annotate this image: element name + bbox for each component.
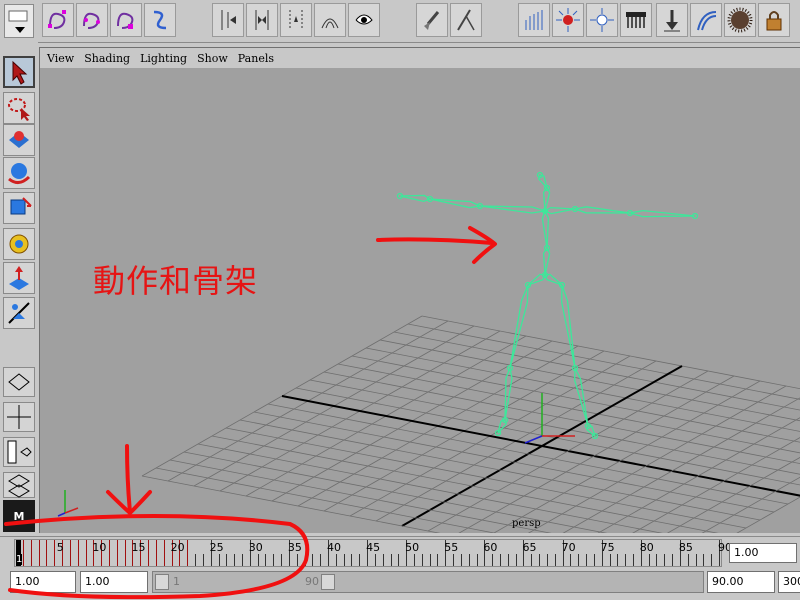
curve-arc-icon[interactable] [144, 3, 176, 37]
playback-end-field[interactable]: 90.00 [707, 571, 775, 593]
menu-panels[interactable]: Panels [238, 52, 274, 65]
timeline-tick-label: 5 [56, 541, 64, 554]
menu-show[interactable]: Show [197, 52, 228, 65]
timeline-tick-label: 75 [600, 541, 615, 554]
menu-shading[interactable]: Shading [84, 52, 130, 65]
curve-cv-icon[interactable] [42, 3, 74, 37]
timeline-tick-label: 35 [287, 541, 302, 554]
timeline-tick-label: 70 [561, 541, 576, 554]
panel-menubar: View Shading Lighting Show Panels [40, 48, 800, 68]
timeline-tick-label: 20 [170, 541, 185, 554]
timeline-tick-label: 60 [483, 541, 498, 554]
timeline-tick-label: 10 [92, 541, 107, 554]
ground-grid [141, 315, 800, 533]
timeline-tick-label: 40 [326, 541, 341, 554]
move-tool-icon[interactable] [3, 157, 35, 189]
timeline-tick-label: 30 [248, 541, 263, 554]
lasso-tool-icon[interactable] [3, 92, 35, 124]
menu-lighting[interactable]: Lighting [140, 52, 187, 65]
current-time-field[interactable]: 1.00 [729, 543, 797, 563]
align-curves-icon[interactable] [212, 3, 244, 37]
range-end-handle[interactable] [321, 574, 335, 590]
fur-ball-icon[interactable] [724, 3, 756, 37]
comb-icon[interactable] [620, 3, 652, 37]
timeline-tick-label: 55 [444, 541, 459, 554]
view-axis-indicator [57, 490, 79, 517]
hair-cut-icon[interactable] [450, 3, 482, 37]
layout-stack-icon[interactable] [3, 472, 35, 498]
current-frame-label: 1 [16, 554, 23, 565]
range-start-label: 1 [173, 575, 180, 588]
timeline-tick-label: 85 [678, 541, 693, 554]
start-time-field[interactable]: 1.00 [10, 571, 76, 593]
timeline-tick-label: 50 [405, 541, 420, 554]
eye-icon[interactable] [348, 3, 380, 37]
detach-curves-icon[interactable] [280, 3, 312, 37]
select-tool-icon[interactable] [3, 56, 35, 88]
maya-logo-icon: M [3, 500, 35, 532]
rotate-tool-icon[interactable] [3, 192, 35, 224]
camera-label: persp [512, 518, 541, 529]
curve-ep-icon[interactable] [76, 3, 108, 37]
shelf-tab-selector[interactable] [4, 4, 34, 38]
range-slider[interactable]: 1 90 [152, 571, 704, 593]
time-slider[interactable]: 1 5 10 15 20 25 30 35 40 45 50 55 60 65 70 75 80 85 90 [0, 536, 800, 569]
hair-strands-icon[interactable] [518, 3, 550, 37]
timeline-tick-label: 80 [639, 541, 654, 554]
hair-dynamic-icon[interactable] [586, 3, 618, 37]
soft-mod-icon[interactable] [3, 297, 35, 329]
skeleton[interactable] [396, 171, 699, 440]
range-start-handle[interactable] [155, 574, 169, 590]
timeline-tick-label: 15 [131, 541, 146, 554]
time-ruler[interactable]: 1 5 10 15 20 25 30 35 40 45 50 55 60 65 70 75 80 85 90 [14, 539, 732, 567]
universal-manip-icon[interactable] [3, 262, 35, 294]
lock-icon[interactable] [758, 3, 790, 37]
annotation-text: 動作和骨架 [93, 262, 259, 300]
timeline-tick-label: 65 [522, 541, 537, 554]
playback-start-field[interactable]: 1.00 [80, 571, 148, 593]
timeline-tick-label: 25 [209, 541, 224, 554]
range-end-label: 90 [305, 575, 319, 588]
curve-pencil-icon[interactable] [110, 3, 142, 37]
down-arrow-icon[interactable] [656, 3, 688, 37]
offset-curve-icon[interactable] [314, 3, 346, 37]
timeline-tick-label: 45 [366, 541, 381, 554]
show-manip-icon[interactable] [3, 367, 35, 397]
scale-tool-icon[interactable] [3, 228, 35, 260]
layout-outliner-icon[interactable] [3, 437, 35, 467]
axis-manipulator [524, 393, 575, 444]
hair-burst-icon[interactable] [552, 3, 584, 37]
end-time-field[interactable]: 300. [778, 571, 800, 593]
toolbox [0, 42, 38, 498]
attach-curves-icon[interactable] [246, 3, 278, 37]
layout-four-icon[interactable] [3, 402, 35, 432]
paint-brush-icon[interactable] [416, 3, 448, 37]
paint-select-icon[interactable] [3, 124, 35, 156]
menu-view[interactable]: View [47, 52, 74, 65]
hair-curl-icon[interactable] [690, 3, 722, 37]
